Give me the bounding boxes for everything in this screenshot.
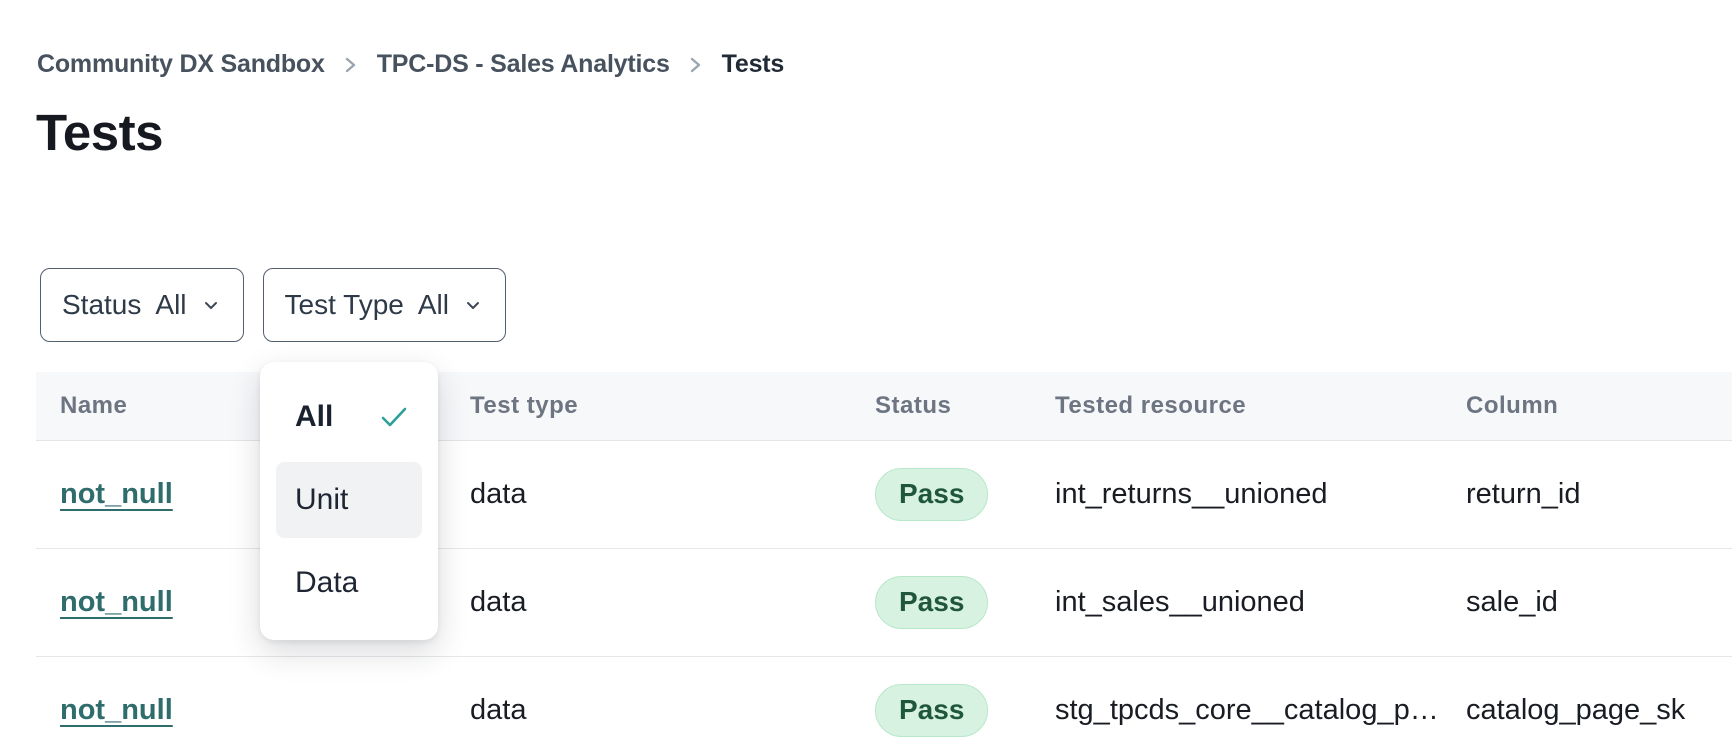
tests-page: Community DX Sandbox TPC-DS - Sales Anal…	[0, 0, 1732, 756]
status-badge: Pass	[875, 684, 988, 736]
test-type-filter-button[interactable]: Test Type All	[263, 268, 506, 342]
test-type-cell: data	[446, 694, 851, 727]
tested-resource-cell: int_returns__unioned	[1031, 478, 1442, 511]
menu-item-all[interactable]: All	[276, 380, 422, 454]
status-filter-value: All	[155, 289, 186, 321]
chevron-right-icon	[342, 52, 360, 78]
breadcrumb: Community DX Sandbox TPC-DS - Sales Anal…	[37, 50, 784, 79]
test-type-cell: data	[446, 478, 851, 511]
tested-resource-cell: int_sales__unioned	[1031, 586, 1442, 619]
test-type-filter-value: All	[418, 289, 449, 321]
status-badge: Pass	[875, 576, 988, 628]
chevron-down-icon	[462, 294, 484, 316]
check-icon	[379, 404, 409, 430]
status-filter-button[interactable]: Status All	[40, 268, 244, 342]
column-header-status: Status	[851, 392, 1031, 420]
table-row[interactable]: not_null data Pass stg_tpcds_core__catal…	[36, 657, 1732, 756]
breadcrumb-item-current: Tests	[722, 50, 784, 79]
chevron-right-icon	[687, 52, 705, 78]
test-type-dropdown-menu: All Unit Data	[260, 362, 438, 640]
column-header-column: Column	[1442, 392, 1732, 420]
breadcrumb-item-environment[interactable]: TPC-DS - Sales Analytics	[377, 50, 670, 79]
status-filter-label: Status	[62, 289, 141, 321]
status-badge: Pass	[875, 468, 988, 520]
chevron-down-icon	[200, 294, 222, 316]
test-name-link[interactable]: not_null	[60, 694, 173, 726]
test-name-link[interactable]: not_null	[60, 586, 173, 618]
column-cell: catalog_page_sk	[1442, 694, 1732, 727]
column-header-tested-resource: Tested resource	[1031, 392, 1442, 420]
test-type-filter-label: Test Type	[285, 289, 404, 321]
menu-item-label: Unit	[295, 483, 348, 517]
column-cell: sale_id	[1442, 586, 1732, 619]
menu-item-unit[interactable]: Unit	[276, 462, 422, 538]
test-name-link[interactable]: not_null	[60, 478, 173, 510]
page-title: Tests	[36, 103, 163, 162]
column-cell: return_id	[1442, 478, 1732, 511]
filter-bar: Status All Test Type All	[40, 268, 506, 342]
menu-item-label: Data	[295, 566, 358, 600]
menu-item-label: All	[295, 400, 333, 434]
test-type-cell: data	[446, 586, 851, 619]
menu-item-data[interactable]: Data	[276, 546, 422, 620]
tested-resource-cell: stg_tpcds_core__catalog_p…	[1031, 694, 1442, 727]
breadcrumb-item-project[interactable]: Community DX Sandbox	[37, 50, 325, 79]
column-header-test-type: Test type	[446, 392, 851, 420]
